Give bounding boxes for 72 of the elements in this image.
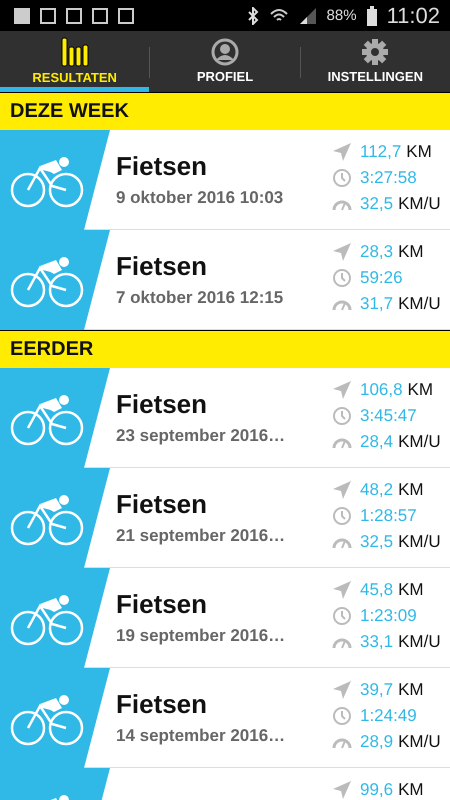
user-icon (210, 38, 239, 66)
duration-value: 1:23:09 (360, 606, 417, 626)
distance-value: 112,7 (360, 142, 402, 162)
clock-icon (332, 606, 352, 626)
navigation-arrow-icon (332, 242, 352, 262)
speed-value: 28,9 (360, 732, 394, 752)
duration-value: 1:28:57 (360, 506, 417, 526)
bluetooth-icon (246, 6, 259, 24)
activity-title: Fietsen (116, 689, 208, 720)
distance-unit: KM (398, 480, 424, 500)
clock-icon (332, 168, 352, 188)
distance-value: 45,8 (360, 580, 394, 600)
duration-value: 3:27:58 (360, 168, 417, 188)
mail-icon (66, 8, 82, 24)
navigation-arrow-icon (332, 780, 352, 800)
settings-icon (361, 38, 390, 66)
navigation-arrow-icon (332, 380, 352, 400)
speed-value: 33,1 (360, 632, 394, 652)
speed-value: 32,5 (360, 532, 394, 552)
clock-icon (332, 268, 352, 288)
distance-value: 39,7 (360, 680, 394, 700)
clock-icon (332, 506, 352, 526)
distance-unit: KM (398, 680, 424, 700)
speed-unit: KM/U (398, 532, 441, 552)
bar-chart-icon (60, 36, 90, 66)
distance-unit: KM (408, 380, 434, 400)
activity-title: Fietsen (116, 389, 208, 420)
distance-value: 99,6 (360, 780, 394, 800)
navigation-arrow-icon (332, 480, 352, 500)
speed-value: 31,7 (360, 294, 394, 314)
speed-unit: KM/U (398, 194, 441, 214)
speed-value: 28,4 (360, 432, 394, 452)
activity-date: 19 september 2016… (116, 626, 286, 646)
mail-icon (92, 8, 108, 24)
speed-unit: KM/U (398, 732, 441, 752)
section-title: EERDER (10, 338, 94, 361)
signal-icon (298, 6, 317, 24)
notification-icon (40, 8, 56, 24)
clock-icon (332, 706, 352, 726)
navigation-arrow-icon (332, 142, 352, 162)
speed-unit: KM/U (398, 294, 441, 314)
navigation-arrow-icon (332, 580, 352, 600)
duration-value: 3:45:47 (360, 406, 417, 426)
speed-value: 32,5 (360, 194, 394, 214)
distance-unit: KM (406, 142, 432, 162)
distance-value: 28,3 (360, 242, 394, 262)
activity-title: Fietsen (116, 251, 208, 282)
distance-unit: KM (398, 580, 424, 600)
battery-icon (366, 6, 377, 26)
activity-date: 21 september 2016… (116, 526, 286, 546)
battery-percentage: 88% (326, 7, 357, 24)
duration-value: 1:24:49 (360, 706, 417, 726)
activity-title: Fietsen (116, 589, 208, 620)
activity-date: 7 oktober 2016 12:15 (116, 288, 284, 308)
activity-date: 14 september 2016… (116, 726, 286, 746)
duration-value: 59:26 (360, 268, 403, 288)
navigation-arrow-icon (332, 680, 352, 700)
section-title: DEZE WEEK (10, 100, 129, 123)
activity-date: 23 september 2016… (116, 426, 286, 446)
distance-value: 106,8 (360, 380, 403, 400)
speed-unit: KM/U (398, 632, 441, 652)
distance-unit: KM (398, 780, 424, 800)
mail-icon (118, 8, 134, 24)
distance-unit: KM (398, 242, 424, 262)
distance-value: 48,2 (360, 480, 394, 500)
activity-date: 9 oktober 2016 10:03 (116, 188, 284, 208)
speed-unit: KM/U (398, 432, 441, 452)
clock-icon (332, 406, 352, 426)
clock-time: 11:02 (386, 2, 440, 28)
activity-title: Fietsen (116, 489, 208, 520)
notification-icon (14, 8, 30, 24)
activity-title: Fietsen (116, 151, 208, 182)
